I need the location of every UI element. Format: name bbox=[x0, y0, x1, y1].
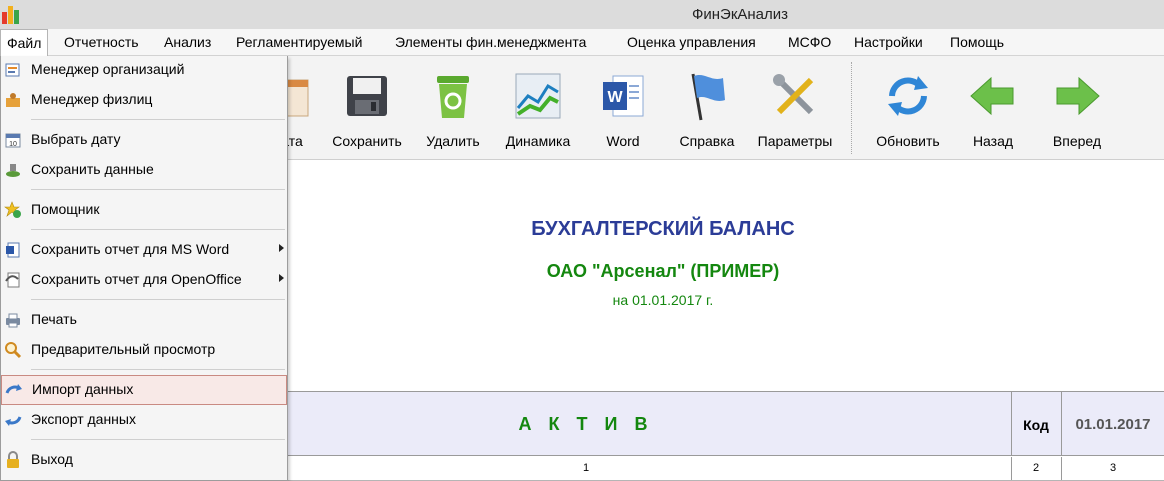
menu-item-wizard[interactable]: Помощник bbox=[1, 196, 287, 224]
persons-icon bbox=[4, 91, 22, 109]
organizations-icon bbox=[4, 61, 22, 79]
toolbar-separator bbox=[851, 62, 852, 154]
menu-item-label: Сохранить отчет для MS Word bbox=[31, 241, 230, 257]
menu-item-label: Помощник bbox=[31, 201, 100, 217]
menu-item-label: Экспорт данных bbox=[31, 411, 136, 427]
menu-item-label: Импорт данных bbox=[32, 381, 134, 397]
toolbar-delete-button[interactable]: Удалить bbox=[418, 56, 488, 160]
wizard-icon bbox=[4, 201, 22, 219]
toolbar: ата Сохранить Удалить Динамика W Word Сп… bbox=[160, 56, 1164, 160]
toolbar-forward-label: Вперед bbox=[1052, 133, 1102, 149]
menu-item-export[interactable]: Экспорт данных bbox=[1, 406, 287, 434]
menu-item-save-data[interactable]: Сохранить данные bbox=[1, 156, 287, 184]
menu-item-import[interactable]: Импорт данных bbox=[1, 375, 287, 405]
tools-icon bbox=[767, 68, 823, 124]
title-bar: ФинЭкАнализ bbox=[0, 0, 1164, 29]
submenu-arrow-icon bbox=[279, 274, 284, 282]
menu-item-label: Печать bbox=[31, 311, 77, 327]
menu-item-print[interactable]: Печать bbox=[1, 306, 287, 334]
menu-separator bbox=[31, 189, 285, 190]
menu-file[interactable]: Файл bbox=[0, 29, 49, 56]
printer-icon bbox=[4, 311, 22, 329]
menu-item-organizations[interactable]: Менеджер организаций bbox=[1, 56, 287, 84]
toolbar-dynamics-button[interactable]: Динамика bbox=[502, 56, 574, 160]
window-title: ФинЭкАнализ bbox=[691, 6, 789, 23]
column-number: 2 bbox=[1032, 462, 1040, 474]
calendar-icon: 10 bbox=[4, 131, 22, 149]
menu-regulated[interactable]: Регламентируемый bbox=[230, 29, 368, 56]
svg-text:10: 10 bbox=[9, 141, 17, 148]
import-icon bbox=[5, 381, 23, 399]
toolbar-refresh-button[interactable]: Обновить bbox=[873, 56, 943, 160]
menu-item-select-date[interactable]: 10 Выбрать дату bbox=[1, 126, 287, 154]
menu-item-label: Выход bbox=[31, 451, 73, 467]
menu-item-save-openoffice[interactable]: Сохранить отчет для OpenOffice bbox=[1, 266, 287, 294]
svg-text:W: W bbox=[607, 89, 623, 106]
menu-reporting[interactable]: Отчетность bbox=[58, 29, 145, 56]
menu-item-exit[interactable]: Выход bbox=[1, 446, 287, 474]
menu-management-evaluation[interactable]: Оценка управления bbox=[621, 29, 762, 56]
menu-separator bbox=[31, 299, 285, 300]
export-icon bbox=[4, 411, 22, 429]
report-organization: ОАО "Арсенал" (ПРИМЕР) bbox=[546, 261, 780, 281]
toolbar-back-button[interactable]: Назад bbox=[960, 56, 1026, 160]
menu-item-label: Сохранить данные bbox=[31, 161, 154, 177]
refresh-icon bbox=[880, 68, 936, 124]
word-icon: W bbox=[595, 68, 651, 124]
recycle-bin-icon bbox=[425, 68, 481, 124]
menu-bar: Файл Отчетность Анализ Регламентируемый … bbox=[0, 29, 1164, 56]
table-row: 1 2 3 bbox=[161, 457, 1164, 481]
openoffice-icon bbox=[4, 271, 22, 289]
menu-separator bbox=[31, 369, 285, 370]
magnifier-icon bbox=[4, 341, 22, 359]
menu-item-save-word[interactable]: Сохранить отчет для MS Word bbox=[1, 236, 287, 264]
menu-settings[interactable]: Настройки bbox=[848, 29, 929, 56]
menu-item-label: Предварительный просмотр bbox=[31, 341, 216, 357]
floppy-disk-icon bbox=[339, 68, 395, 124]
report-document: БУХГАЛТЕРСКИЙ БАЛАНС ОАО "Арсенал" (ПРИМ… bbox=[160, 161, 1164, 481]
file-menu-dropdown: Менеджер организаций Менеджер физлиц 10 … bbox=[0, 56, 288, 481]
toolbar-save-button[interactable]: Сохранить bbox=[332, 56, 402, 160]
toolbar-params-button[interactable]: Параметры bbox=[752, 56, 838, 160]
chart-icon bbox=[510, 68, 566, 124]
save-data-icon bbox=[4, 161, 22, 179]
toolbar-word-button[interactable]: W Word bbox=[588, 56, 658, 160]
column-number: 1 bbox=[582, 462, 590, 474]
arrow-left-icon bbox=[965, 68, 1021, 124]
app-logo-icon bbox=[2, 4, 20, 24]
report-title: БУХГАЛТЕРСКИЙ БАЛАНС bbox=[531, 218, 795, 240]
column-header-date: 01.01.2017 bbox=[1075, 416, 1151, 433]
toolbar-params-label: Параметры bbox=[757, 133, 833, 149]
menu-item-label: Менеджер физлиц bbox=[31, 91, 153, 107]
menu-item-preview[interactable]: Предварительный просмотр bbox=[1, 336, 287, 364]
menu-item-label: Сохранить отчет для OpenOffice bbox=[31, 271, 242, 287]
menu-item-persons[interactable]: Менеджер физлиц bbox=[1, 86, 287, 114]
word-doc-icon bbox=[4, 241, 22, 259]
exit-icon bbox=[4, 451, 22, 469]
menu-item-label: Менеджер организаций bbox=[31, 61, 185, 77]
menu-item-label: Выбрать дату bbox=[31, 131, 121, 147]
report-date: на 01.01.2017 г. bbox=[612, 292, 714, 308]
menu-ifrs[interactable]: МСФО bbox=[782, 29, 837, 56]
menu-separator bbox=[31, 119, 285, 120]
arrow-right-icon bbox=[1049, 68, 1105, 124]
submenu-arrow-icon bbox=[279, 244, 284, 252]
menu-fin-management[interactable]: Элементы фин.менеджмента bbox=[389, 29, 592, 56]
menu-separator bbox=[31, 439, 285, 440]
flag-icon bbox=[679, 68, 735, 124]
toolbar-forward-button[interactable]: Вперед bbox=[1044, 56, 1110, 160]
menu-help[interactable]: Помощь bbox=[944, 29, 1010, 56]
column-header-kod: Код bbox=[1023, 417, 1049, 433]
menu-separator bbox=[31, 229, 285, 230]
table-header: А К Т И В Код 01.01.2017 bbox=[161, 391, 1164, 456]
column-number: 3 bbox=[1109, 462, 1117, 474]
menu-analysis[interactable]: Анализ bbox=[158, 29, 217, 56]
column-header-aktiv: А К Т И В bbox=[518, 414, 654, 434]
